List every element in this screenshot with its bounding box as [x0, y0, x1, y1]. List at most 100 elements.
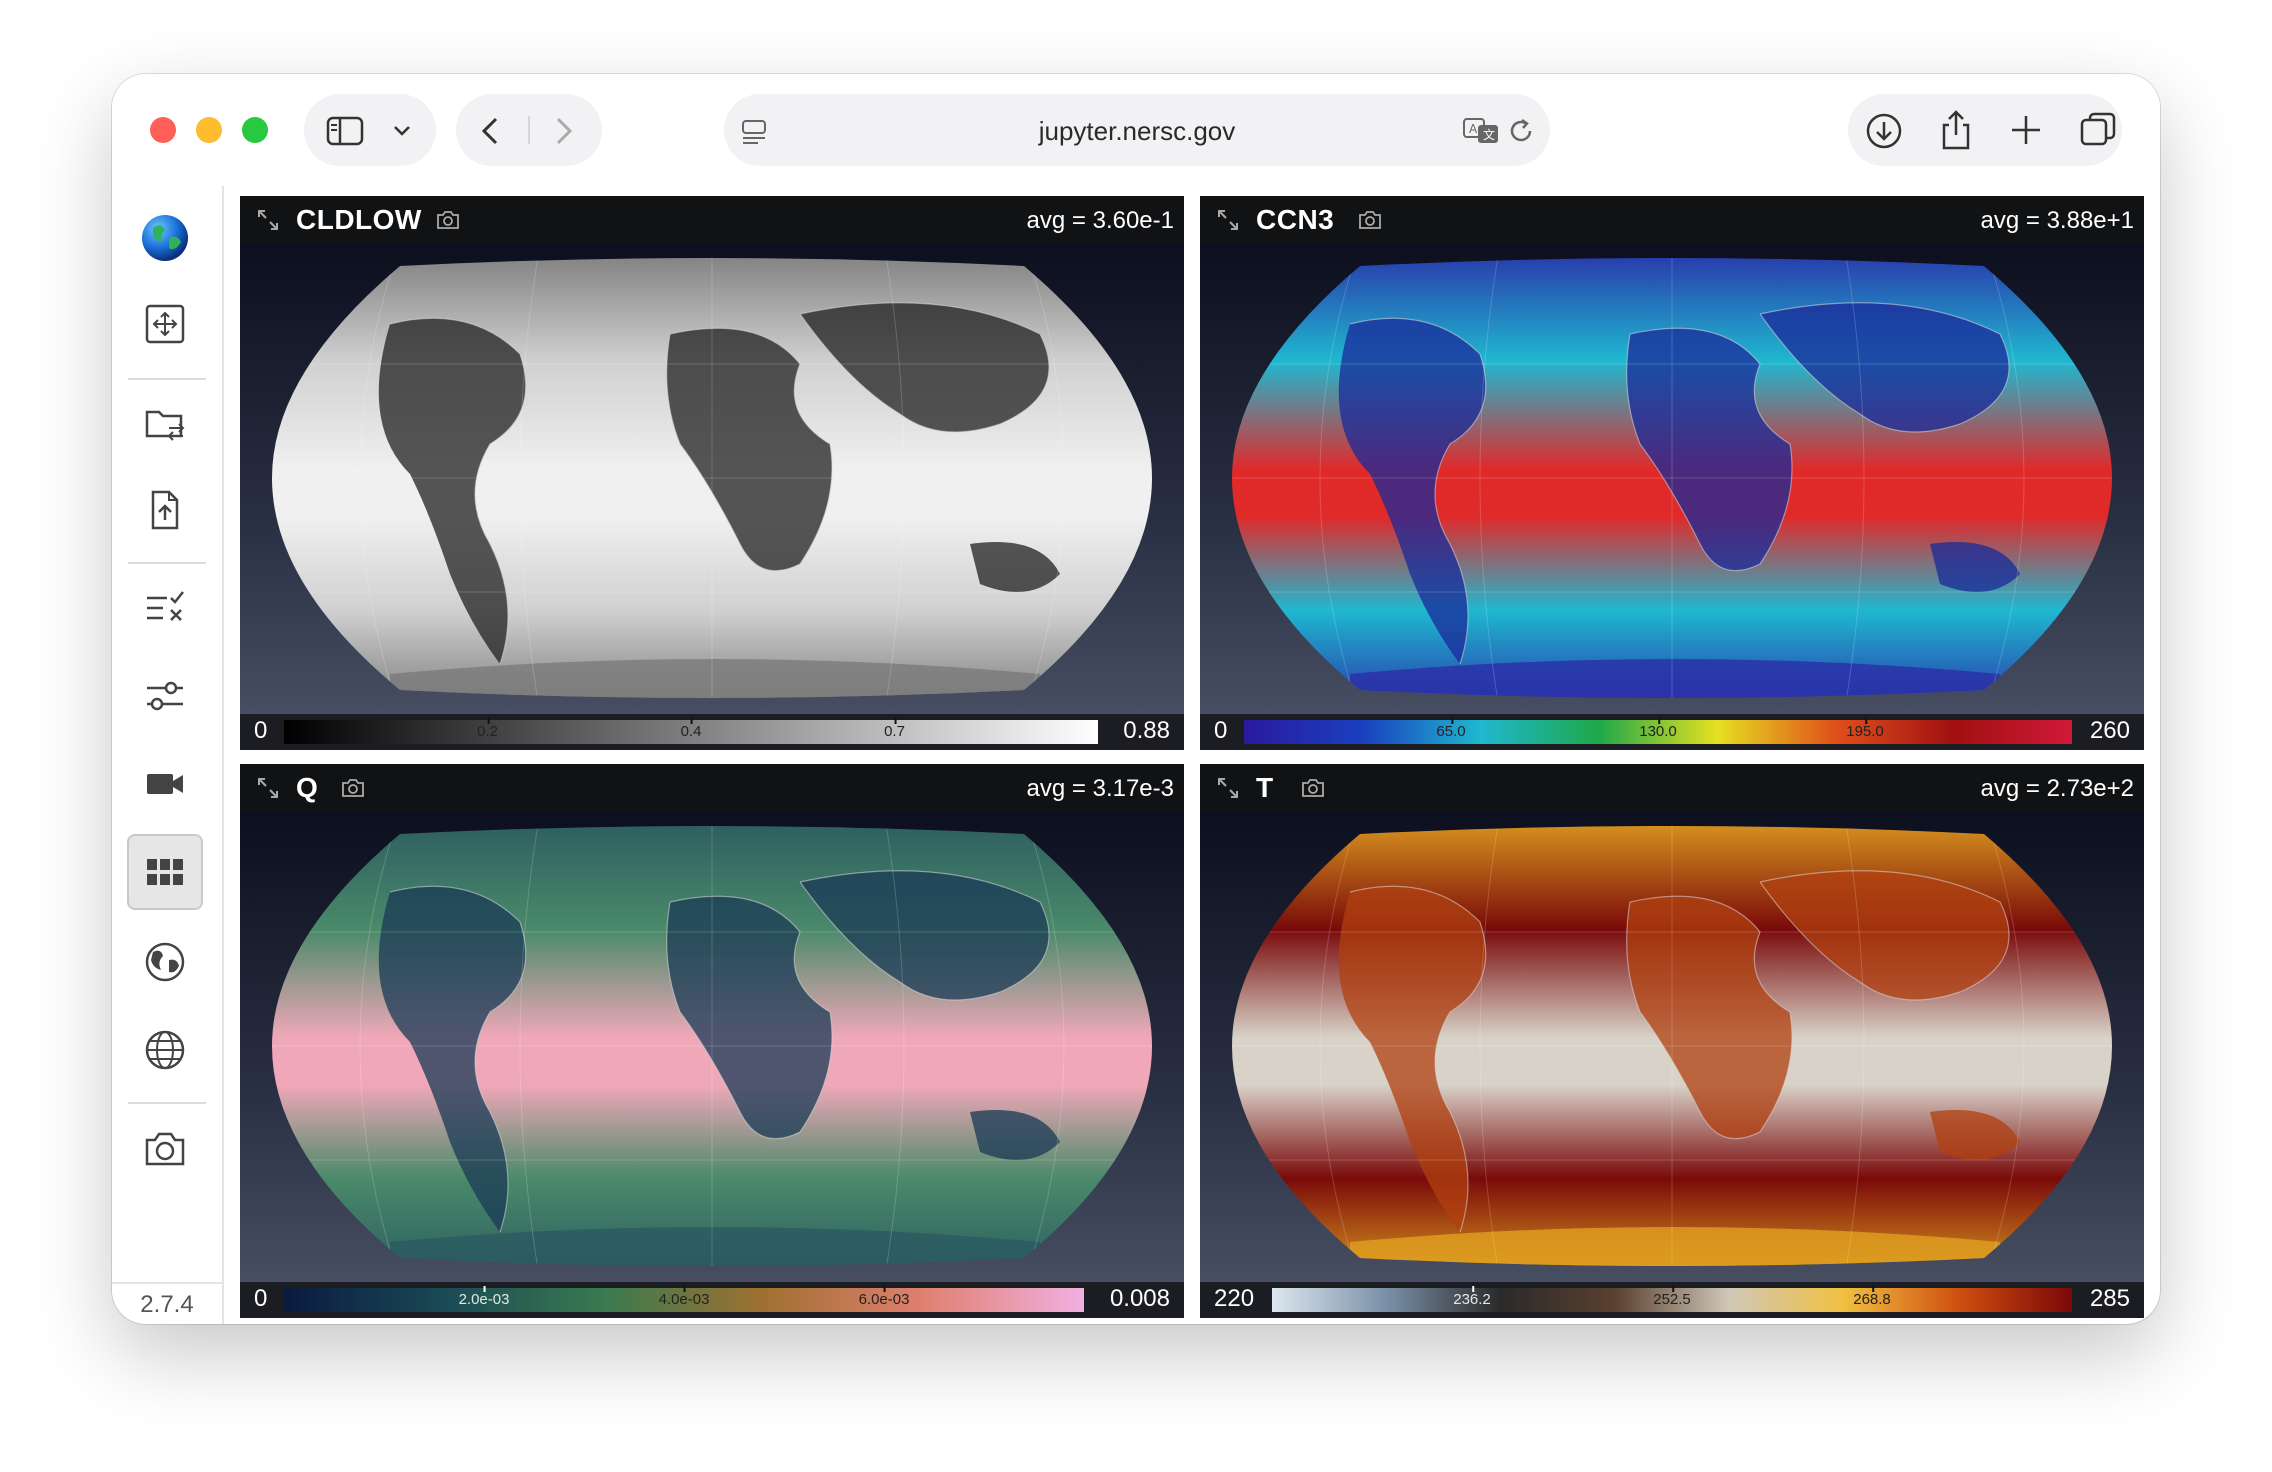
colorbar-max: 285	[2089, 1285, 2130, 1312]
sidebar-separator	[128, 562, 206, 564]
sliders-icon	[147, 681, 183, 711]
sidebar-separator	[128, 378, 206, 380]
move-frame-icon	[145, 304, 185, 344]
expand-icon[interactable]	[1216, 208, 1240, 232]
camera-icon	[145, 1132, 185, 1166]
colorbar-tick: 0.4	[681, 718, 701, 744]
version-label: 2.7.4	[112, 1282, 222, 1324]
svg-text:文: 文	[1483, 127, 1495, 142]
sidebar-icon[interactable]	[326, 116, 364, 146]
panel-title: Q	[296, 772, 319, 803]
translate-icon[interactable]: A 文	[1462, 116, 1502, 146]
colorbar-tick: 6.0e-03	[859, 1286, 909, 1312]
colorbar-tick: 2.0e-03	[459, 1286, 509, 1312]
colorbar-tick: 4.0e-03	[659, 1286, 709, 1312]
expand-icon[interactable]	[1216, 776, 1240, 800]
folder-swap-icon	[145, 410, 185, 441]
tool-sidebar: 2.7.4	[112, 186, 224, 1324]
panel-average: avg = 3.88e+1	[1980, 207, 2134, 234]
colorbar: 0 0.2 0.4 0.7 0.88	[240, 714, 1184, 750]
file-browser-button[interactable]	[127, 386, 203, 462]
map-panel[interactable]: Q avg = 3.17e-3 0 2.0e-03 4.0e-03 6.0e-0…	[240, 764, 1184, 1318]
colorbar-min: 0	[1214, 717, 1228, 744]
globe-filled-icon	[145, 942, 185, 982]
tab-overview-icon[interactable]	[2078, 110, 2118, 150]
globe-outline-icon	[145, 1030, 185, 1070]
colorbar: 0 2.0e-03 4.0e-03 6.0e-03 0.008	[240, 1282, 1184, 1318]
map-projection	[272, 826, 1152, 1266]
colorbar: 220 236.2 252.5 268.8 285	[1200, 1282, 2144, 1318]
panel-screenshot-icon[interactable]	[1358, 210, 1382, 230]
nav-buttons-group	[456, 94, 602, 166]
colorbar-min: 0	[254, 1285, 268, 1312]
sidebar-separator	[128, 1102, 206, 1104]
map-projection	[1232, 258, 2112, 698]
video-camera-icon	[147, 774, 183, 794]
address-bar[interactable]: jupyter.nersc.gov A 文	[724, 94, 1550, 166]
colorbar-tick: 130.0	[1639, 718, 1677, 744]
colorbar-gradient: 0.2 0.4 0.7	[284, 718, 1098, 744]
field-selection-button[interactable]	[127, 570, 203, 646]
map-projection	[1232, 826, 2112, 1266]
panel-average: avg = 3.60e-1	[1026, 207, 1174, 234]
back-icon[interactable]	[478, 116, 502, 146]
controls-button[interactable]	[127, 658, 203, 734]
svg-text:A: A	[1469, 122, 1478, 136]
panel-screenshot-icon[interactable]	[436, 210, 460, 230]
colorbar-min: 0	[254, 717, 268, 744]
grid-layout-button[interactable]	[127, 834, 203, 910]
map-panel[interactable]: T avg = 2.73e+2 220 236.2 252.5 268.8 28…	[1200, 764, 2144, 1318]
expand-icon[interactable]	[256, 208, 280, 232]
list-check-icon	[147, 591, 184, 621]
globe-view-button[interactable]	[127, 1012, 203, 1088]
share-icon[interactable]	[1936, 108, 1976, 152]
screenshot-button[interactable]	[127, 1110, 203, 1186]
map-projection	[272, 258, 1152, 698]
globe-color-icon	[142, 215, 188, 261]
url-text: jupyter.nersc.gov	[1038, 116, 1236, 146]
map-panel[interactable]: CCN3 avg = 3.88e+1 0 65.0 130.0 195.0 26…	[1200, 196, 2144, 750]
file-upload-button[interactable]	[127, 472, 203, 548]
map-view[interactable]	[1200, 244, 2144, 714]
map-view[interactable]	[1200, 812, 2144, 1282]
panel-title: T	[1256, 772, 1274, 803]
panel-screenshot-icon[interactable]	[1301, 778, 1325, 798]
panel-header: CCN3 avg = 3.88e+1	[1200, 196, 2144, 244]
colorbar-max: 0.008	[1109, 1285, 1170, 1312]
panel-header: T avg = 2.73e+2	[1200, 764, 2144, 812]
panel-average: avg = 3.17e-3	[1026, 775, 1174, 802]
browser-window: jupyter.nersc.gov A 文 2.7.4 CLDLOW avg =…	[112, 74, 2160, 1324]
colorbar-tick: 65.0	[1436, 718, 1466, 744]
close-window-button[interactable]	[150, 117, 176, 143]
map-panel[interactable]: CLDLOW avg = 3.60e-1 0 0.2 0.4 0.7 0.88	[240, 196, 1184, 750]
sidebar-toggle-group	[304, 94, 436, 166]
colorbar-min: 220	[1214, 1285, 1255, 1312]
minimize-window-button[interactable]	[196, 117, 222, 143]
app-logo-button[interactable]	[127, 200, 203, 276]
panel-screenshot-icon[interactable]	[341, 778, 365, 798]
map-view[interactable]	[240, 812, 1184, 1282]
colorbar-gradient: 65.0 130.0 195.0	[1244, 718, 2072, 744]
colorbar: 0 65.0 130.0 195.0 260	[1200, 714, 2144, 750]
panel-header: Q avg = 3.17e-3	[240, 764, 1184, 812]
browser-toolbar: jupyter.nersc.gov A 文	[112, 74, 2160, 186]
nav-divider	[528, 116, 530, 144]
map-view[interactable]	[240, 244, 1184, 714]
colorbar-gradient: 236.2 252.5 268.8	[1272, 1286, 2072, 1312]
animation-button[interactable]	[127, 746, 203, 822]
forward-icon[interactable]	[552, 116, 576, 146]
new-tab-icon[interactable]	[2008, 112, 2044, 148]
layout-button[interactable]	[127, 286, 203, 362]
actions-group	[1848, 94, 2122, 166]
panel-header: CLDLOW avg = 3.60e-1	[240, 196, 1184, 244]
colorbar-tick: 236.2	[1453, 1286, 1491, 1312]
projection-button[interactable]	[127, 924, 203, 1000]
chevron-down-icon[interactable]	[392, 124, 412, 138]
expand-icon[interactable]	[256, 776, 280, 800]
zoom-window-button[interactable]	[242, 117, 268, 143]
download-icon[interactable]	[1864, 111, 1904, 151]
colorbar-tick: 0.2	[477, 718, 498, 744]
colorbar-max: 260	[2089, 717, 2130, 744]
file-upload-icon	[151, 490, 179, 530]
reload-icon[interactable]	[1506, 116, 1536, 146]
